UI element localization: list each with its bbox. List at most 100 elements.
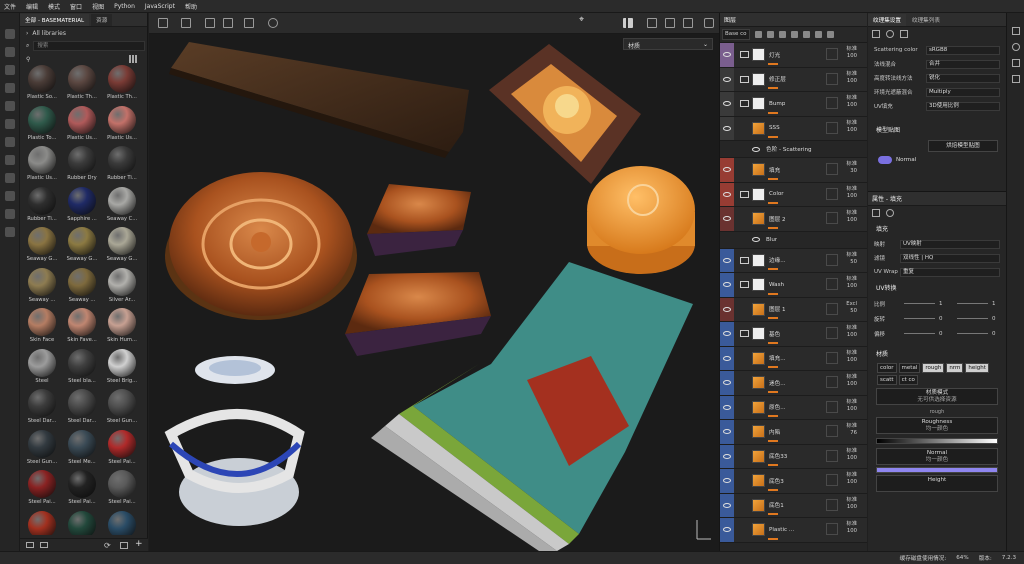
log-icon[interactable] [1012, 59, 1020, 67]
material-item[interactable] [102, 510, 142, 535]
menu-item[interactable]: 帮助 [185, 2, 197, 11]
render-icon[interactable] [683, 18, 693, 28]
stamp-icon[interactable]: ⌖ [579, 15, 589, 25]
layer-blend-opacity[interactable]: 标准 100 [846, 497, 857, 511]
uv-icon[interactable] [900, 30, 908, 38]
mask-slot[interactable] [826, 474, 838, 486]
smudge-icon[interactable] [5, 101, 15, 111]
mask-slot[interactable] [826, 449, 838, 462]
projection-icon[interactable] [5, 65, 15, 75]
3d-viewport[interactable]: 材质 ⌄ [149, 34, 719, 551]
mask-slot[interactable] [826, 351, 838, 364]
height-button[interactable]: Height [876, 475, 998, 492]
settings-icon[interactable] [872, 30, 880, 38]
channel-chip-metal[interactable]: metal [898, 363, 921, 373]
layer-blend-opacity[interactable]: Excl 50 [846, 301, 857, 315]
layer-blend-opacity[interactable]: 标准 50 [846, 252, 857, 266]
eye-icon[interactable] [723, 125, 731, 131]
layer-row[interactable]: 底色1 标准 100 [720, 493, 867, 518]
setting-value[interactable]: sRGB8 [926, 45, 1000, 55]
layer-blend-opacity[interactable]: 标准 100 [846, 448, 857, 462]
material-item[interactable]: Plastic Us... [102, 105, 142, 147]
setting-value[interactable]: 锐化 [926, 73, 1000, 83]
grid-view-icon[interactable] [129, 55, 137, 63]
eye-icon[interactable] [723, 216, 731, 222]
channel-chip-color[interactable]: color [877, 363, 897, 373]
material-item[interactable]: Rubber Dry [62, 146, 102, 187]
layer-row[interactable]: 修正层 标准 100 [720, 67, 867, 92]
menu-item[interactable]: JavaScript [145, 3, 175, 10]
material-item[interactable]: Steel Pai... [102, 470, 142, 511]
setting-value[interactable]: UV映射 [900, 239, 1000, 249]
setting-value[interactable]: 合并 [926, 59, 1000, 69]
pause-icon[interactable] [623, 18, 633, 28]
layer-blend-opacity[interactable]: 标准 76 [846, 423, 857, 437]
material-item[interactable]: Seaway G... [22, 227, 62, 268]
eye-icon[interactable] [723, 76, 731, 82]
mask-icon[interactable] [755, 31, 762, 38]
material-item[interactable]: Rubber Ti... [102, 146, 142, 187]
layer-row[interactable]: 底色3 标准 100 [720, 469, 867, 494]
material-item[interactable]: Silver Ar... [102, 267, 142, 309]
material-mode-button[interactable]: 材质模式 无可供选择资源 [876, 388, 998, 405]
layer-row[interactable]: Color 标准 100 [720, 182, 867, 207]
channel-chip-scatt[interactable]: scatt [877, 375, 897, 385]
refresh-icon[interactable]: ⟳ [104, 541, 111, 550]
polygon-fill-icon[interactable] [5, 155, 15, 165]
roughness-button[interactable]: Roughness 均一颜色 [876, 417, 998, 434]
slider-track[interactable] [957, 333, 988, 334]
mask-slot[interactable] [826, 253, 838, 266]
camera-icon[interactable] [5, 209, 15, 219]
layer-row[interactable]: 迷色... 标准 100 [720, 371, 867, 396]
channel-chip-height[interactable]: height [965, 363, 989, 373]
add-icon[interactable]: + [135, 539, 143, 549]
viewport-layout-icon[interactable] [158, 18, 168, 28]
paint-brush-icon[interactable] [5, 29, 15, 39]
material-item[interactable]: Seaway G... [102, 227, 142, 268]
fill-settings-icon[interactable] [872, 209, 880, 217]
material-item[interactable]: Steel Gun... [22, 429, 62, 471]
eye-icon[interactable] [723, 191, 731, 197]
eye-icon[interactable] [752, 237, 760, 242]
eye-icon[interactable] [723, 404, 731, 410]
material-item[interactable]: Steel Me... [62, 429, 102, 471]
mask-slot[interactable] [826, 163, 838, 175]
setting-value[interactable]: 重复 [900, 267, 1000, 277]
frame-icon[interactable] [244, 18, 254, 28]
layer-row[interactable]: 图层 2 标准 100 [720, 207, 867, 232]
material-item[interactable]: Skin Face [22, 308, 62, 349]
material-item[interactable]: Steel Gun... [102, 389, 142, 430]
material-item[interactable]: Plastic Us... [62, 105, 102, 147]
tab-texture-set-list[interactable]: 纹理集列表 [907, 14, 945, 26]
eye-icon[interactable] [723, 478, 731, 484]
setting-value[interactable]: 双线性 | HQ [900, 253, 1000, 263]
normal-button[interactable]: Normal 均一颜色 [876, 448, 998, 465]
material-item[interactable]: Steel Brig... [102, 348, 142, 390]
layer-blend-opacity[interactable]: 标准 100 [846, 71, 857, 85]
material-item[interactable]: Plastic To... [22, 105, 62, 147]
eye-icon[interactable] [723, 429, 731, 435]
mask-slot[interactable] [826, 400, 838, 413]
shelf-tab-assets[interactable]: 资源 [91, 14, 113, 26]
material-item[interactable]: Steel [22, 348, 62, 390]
shelf-search-input[interactable]: 搜索 [33, 41, 145, 51]
layer-blend-opacity[interactable]: 标准 100 [846, 325, 857, 339]
eye-icon[interactable] [723, 306, 731, 312]
mask-slot[interactable] [826, 425, 838, 437]
display-settings-icon[interactable] [1012, 27, 1020, 35]
camera-view-icon[interactable] [647, 18, 657, 28]
screenshot-icon[interactable] [704, 18, 714, 28]
folder-icon[interactable] [120, 542, 128, 549]
layer-blend-opacity[interactable]: 标准 100 [846, 472, 857, 486]
layer-blend-opacity[interactable]: 标准 100 [846, 95, 857, 109]
material-item[interactable]: Plastic So... [22, 65, 62, 106]
layer-row[interactable]: 原色... 标准 100 [720, 395, 867, 420]
material-item[interactable]: Steel Pai... [102, 429, 142, 471]
eye-icon[interactable] [723, 257, 731, 263]
shelf-tab-basematerial[interactable]: 全部 - BASEMATERIAL [20, 14, 90, 26]
eye-icon[interactable] [723, 167, 731, 173]
material-item[interactable]: Rubber Ti... [22, 186, 62, 228]
history-panel-icon[interactable] [1012, 75, 1020, 83]
layer-row[interactable]: Plastic ... 标准 100 [720, 518, 867, 543]
menu-item[interactable]: 编辑 [26, 2, 38, 11]
